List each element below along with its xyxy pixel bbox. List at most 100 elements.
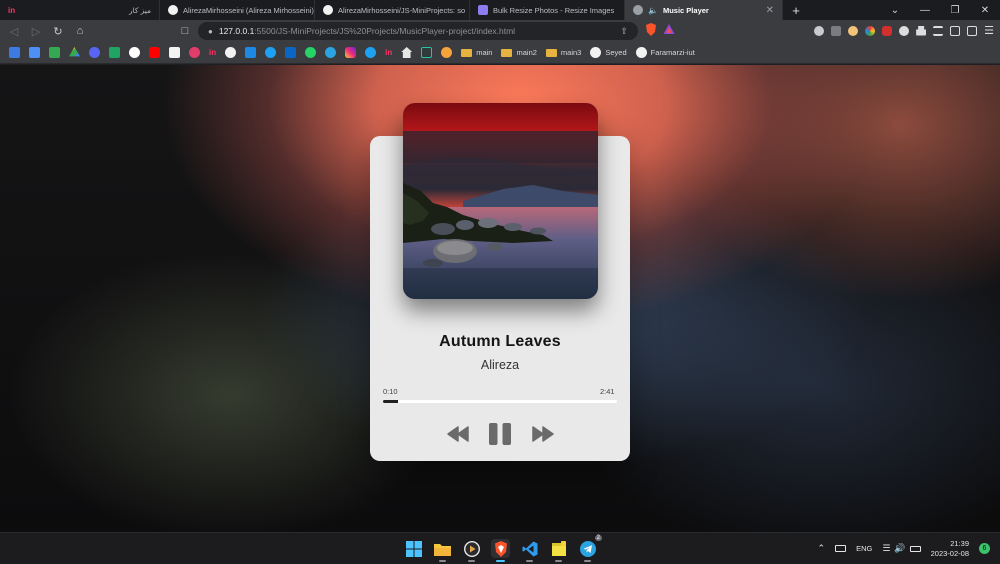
bookmark-folder-main2[interactable]: main2 — [501, 48, 537, 57]
invision-icon: in — [8, 5, 16, 15]
tab-bulk-resize[interactable]: Bulk Resize Photos - Resize Images — [470, 0, 625, 20]
rewind-icon — [447, 426, 469, 442]
tab-search-icon[interactable]: ⌄ — [880, 5, 910, 16]
twitter-bookmark-icon[interactable] — [365, 47, 377, 58]
file-explorer-icon[interactable] — [433, 539, 452, 562]
keyboard-icon[interactable] — [835, 545, 847, 552]
site-info-icon[interactable]: ● — [208, 27, 213, 36]
tab-workspace[interactable]: in میز کار — [0, 0, 160, 20]
invision-bookmark-icon[interactable]: in — [209, 48, 216, 57]
bookmark-label: Faramarzi-iut — [650, 48, 695, 57]
brave-shield-icon[interactable] — [645, 23, 657, 36]
reload-icon[interactable]: ↻ — [47, 25, 69, 38]
clock-time: 21:39 — [950, 538, 969, 548]
fast-forward-icon — [532, 426, 554, 442]
speaker-icon: 🔈 — [648, 5, 658, 15]
linkedin-bookmark-icon[interactable] — [285, 47, 297, 58]
back-icon[interactable]: ◁ — [3, 25, 25, 38]
youtube-extension-icon[interactable] — [882, 25, 893, 36]
bookmark-label: main3 — [560, 48, 582, 57]
menu-icon[interactable]: ☰ — [984, 24, 994, 37]
share-icon[interactable]: ⇧ — [620, 26, 628, 37]
dribbble-bookmark-icon[interactable] — [189, 47, 200, 58]
chevron-up-icon[interactable]: ⌃ — [818, 543, 826, 554]
instagram-bookmark-icon[interactable] — [345, 47, 357, 58]
windows-taskbar: 2 ⌃ ENG ☰ 🔊 21:39 2023-02-08 6 — [0, 532, 1000, 563]
folder-icon — [501, 48, 513, 57]
windows-start-icon[interactable] — [404, 539, 423, 558]
media-player-icon[interactable] — [462, 539, 481, 562]
clock-date: 2023-02-08 — [930, 548, 969, 558]
apps-bookmark-icon[interactable] — [9, 47, 20, 58]
folder-icon — [545, 48, 557, 57]
album-cover — [403, 103, 598, 299]
telegram-icon[interactable]: 2 — [578, 535, 602, 562]
settings-extension-icon[interactable] — [899, 25, 910, 36]
cloud-extension-icon[interactable] — [814, 25, 825, 36]
home-icon[interactable]: ⌂ — [69, 25, 91, 37]
sidebar-icon[interactable] — [950, 25, 961, 36]
youtube-bookmark-icon[interactable] — [149, 47, 160, 58]
mail-extension-icon[interactable] — [831, 25, 842, 36]
github-icon — [590, 47, 602, 58]
hand-bookmark-icon[interactable] — [441, 47, 453, 58]
bookmark-folder-main3[interactable]: main3 — [545, 48, 582, 57]
close-tab-icon[interactable]: ✕ — [766, 5, 774, 16]
extensions-row: ☰ — [814, 24, 994, 37]
quick-settings[interactable]: ☰ 🔊 — [882, 543, 921, 554]
brave-browser-icon[interactable] — [491, 539, 510, 562]
clock[interactable]: 21:39 2023-02-08 — [931, 539, 969, 559]
discord-bookmark-icon[interactable] — [89, 47, 100, 58]
forward-icon[interactable]: ▷ — [25, 25, 47, 38]
tab-github-profile[interactable]: AlirezaMirhosseini (Alireza Mirhosseini) — [160, 0, 315, 20]
drive-bookmark-icon[interactable] — [69, 47, 80, 57]
google-bookmark-icon[interactable] — [129, 47, 140, 58]
resize-icon — [478, 5, 488, 15]
previous-button[interactable] — [446, 422, 470, 446]
tab-music-player[interactable]: 🔈 Music Player ✕ — [625, 0, 783, 20]
bookmark-icon[interactable]: □ — [174, 25, 196, 37]
color-picker-extension-icon[interactable] — [865, 25, 876, 36]
tab-github-repo[interactable]: AlirezaMirhosseini/JS-MiniProjects: so — [315, 0, 470, 20]
notification-badge[interactable]: 6 — [979, 543, 990, 554]
bookmark-folder-main[interactable]: main — [461, 48, 492, 57]
window-controls: ⌄ — ❐ ✕ — [880, 0, 1000, 20]
avatar-extension-icon[interactable] — [848, 25, 859, 36]
bookmark-seyed[interactable]: Seyed — [590, 47, 627, 58]
reading-list-icon[interactable] — [933, 25, 944, 36]
bookmark-label: main2 — [516, 48, 537, 57]
page-viewport: Autumn Leaves Alireza 0:10 2:41 — [0, 65, 1000, 532]
monitor-bookmark-icon[interactable] — [421, 47, 433, 58]
vscode-icon[interactable] — [520, 539, 539, 562]
close-window-icon[interactable]: ✕ — [970, 5, 1000, 16]
invision-bookmark-icon[interactable]: in — [385, 48, 392, 57]
wallet-icon[interactable] — [967, 25, 978, 36]
address-bar[interactable]: ● 127.0.0.1:5500/JS-MiniProjects/JS%20Pr… — [198, 22, 638, 40]
qr-bookmark-icon[interactable] — [169, 47, 180, 58]
whatsapp-bookmark-icon[interactable] — [305, 47, 317, 58]
home-bookmark-icon[interactable] — [401, 47, 413, 58]
url-path: :5500/JS-MiniProjects/JS%20Projects/Musi… — [254, 26, 516, 36]
play-pause-button[interactable] — [487, 422, 513, 446]
wifi-icon: ☰ — [882, 543, 891, 553]
new-tab-button[interactable]: + — [783, 0, 809, 20]
meet-bookmark-icon[interactable] — [49, 47, 60, 58]
docs-bookmark-icon[interactable] — [29, 47, 40, 58]
system-tray: ⌃ ENG ☰ 🔊 21:39 2023-02-08 6 — [818, 533, 990, 564]
circle-bookmark-icon[interactable] — [265, 47, 277, 58]
sticky-notes-icon[interactable] — [549, 539, 568, 562]
github-bookmark-icon[interactable] — [225, 47, 237, 58]
next-button[interactable] — [531, 422, 555, 446]
bookmark-faramarzi[interactable]: Faramarzi-iut — [635, 47, 695, 58]
brave-rewards-icon[interactable] — [663, 23, 675, 36]
minimize-icon[interactable]: — — [910, 5, 940, 16]
check-bookmark-icon[interactable] — [109, 47, 120, 58]
maximize-icon[interactable]: ❐ — [940, 5, 970, 16]
github-icon — [635, 47, 647, 58]
extensions-puzzle-icon[interactable] — [916, 25, 927, 36]
progress-bar[interactable] — [383, 400, 617, 403]
telegram-bookmark-icon[interactable] — [325, 47, 337, 58]
mail-bookmark-icon[interactable] — [245, 47, 257, 58]
language-indicator[interactable]: ENG — [856, 544, 872, 553]
globe-icon — [633, 5, 643, 15]
